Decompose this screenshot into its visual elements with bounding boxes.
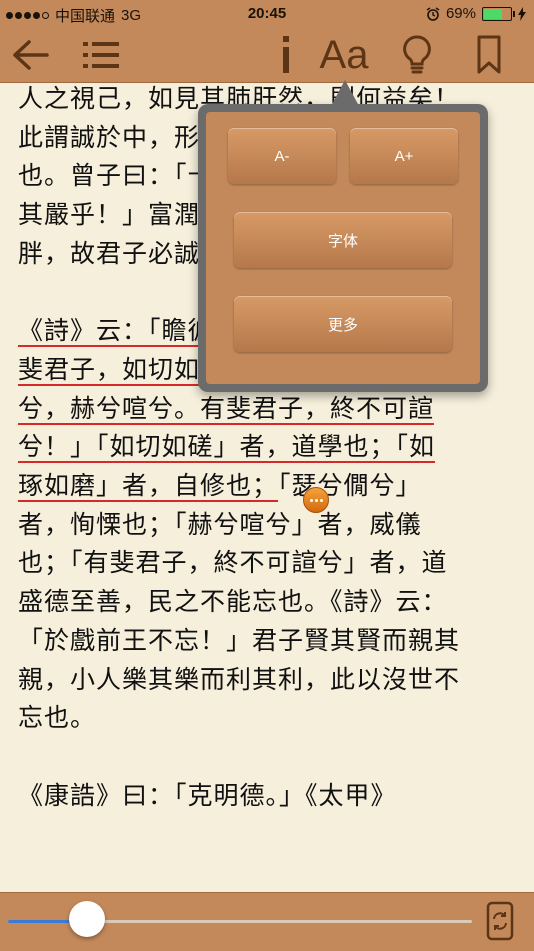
font-settings-button[interactable]: Aa [318, 28, 370, 82]
list-icon [83, 42, 119, 68]
bookmark-icon [477, 35, 501, 74]
font-family-button[interactable]: 字体 [234, 212, 452, 268]
slider-thumb[interactable] [68, 901, 105, 937]
back-button[interactable] [8, 28, 54, 82]
status-bar: 中国联通 3G 20:45 69% [0, 0, 534, 28]
brightness-button[interactable] [396, 28, 438, 82]
text-line: 也；「有斐君子，終不可諠兮」者，道 [18, 548, 448, 578]
text-line: 者，恂慄也；「赫兮喧兮」者，威儀 [18, 509, 422, 539]
highlighted-line[interactable]: 兮，赫兮喧兮。有斐君子，終不可諠 [18, 390, 518, 429]
text-line: 《康誥》曰：「克明德。」《太甲》 [18, 780, 397, 810]
battery-icon [482, 6, 515, 21]
battery-percent: 69% [445, 5, 476, 22]
font-size-icon: Aa [319, 32, 369, 77]
decrease-font-button[interactable]: A- [228, 128, 336, 184]
highlight-span[interactable]: 兮，赫兮喧兮。有斐君子，終不可諠 [18, 393, 435, 425]
highlight-span[interactable]: 琢如磨」者，自修也； [18, 471, 279, 503]
table-of-contents-button[interactable] [78, 28, 124, 82]
popover-arrow [331, 80, 359, 106]
highlight-span[interactable]: 兮！」「如切如磋」者，道學也；「如 [18, 432, 436, 464]
bottom-bar [0, 892, 534, 951]
status-right: 69% [426, 5, 526, 22]
rotate-device-icon [486, 901, 514, 941]
note-badge-icon[interactable] [303, 487, 329, 513]
increase-font-button[interactable]: A+ [350, 128, 458, 184]
lightbulb-icon [403, 35, 431, 74]
text-line: 親，小人樂其樂而利其利，此以沒世不 [18, 664, 461, 694]
charging-icon [518, 6, 526, 21]
text-line: 忘也。 [18, 703, 97, 733]
alarm-icon [426, 6, 440, 21]
highlighted-line[interactable]: 琢如磨」者，自修也；「瑟兮僩兮」 [18, 467, 518, 506]
more-settings-button[interactable]: 更多 [234, 296, 452, 352]
rotation-lock-button[interactable] [484, 901, 516, 941]
bookmark-button[interactable] [470, 28, 508, 82]
text-line: 「於戲前王不忘！」君子賢其賢而親其 [18, 625, 461, 655]
text-span: 「瑟兮僩兮」 [278, 471, 422, 501]
font-popover: A- A+ 字体 更多 [198, 80, 488, 392]
back-arrow-icon [13, 40, 49, 70]
info-icon [283, 36, 289, 73]
highlighted-line[interactable]: 兮！」「如切如磋」者，道學也；「如 [18, 428, 518, 467]
popover-body: A- A+ 字体 更多 [206, 112, 480, 384]
text-line: 盛德至善，民之不能忘也。《詩》云： [18, 587, 448, 617]
info-button[interactable] [272, 28, 300, 82]
reader-toolbar: Aa [0, 28, 534, 83]
